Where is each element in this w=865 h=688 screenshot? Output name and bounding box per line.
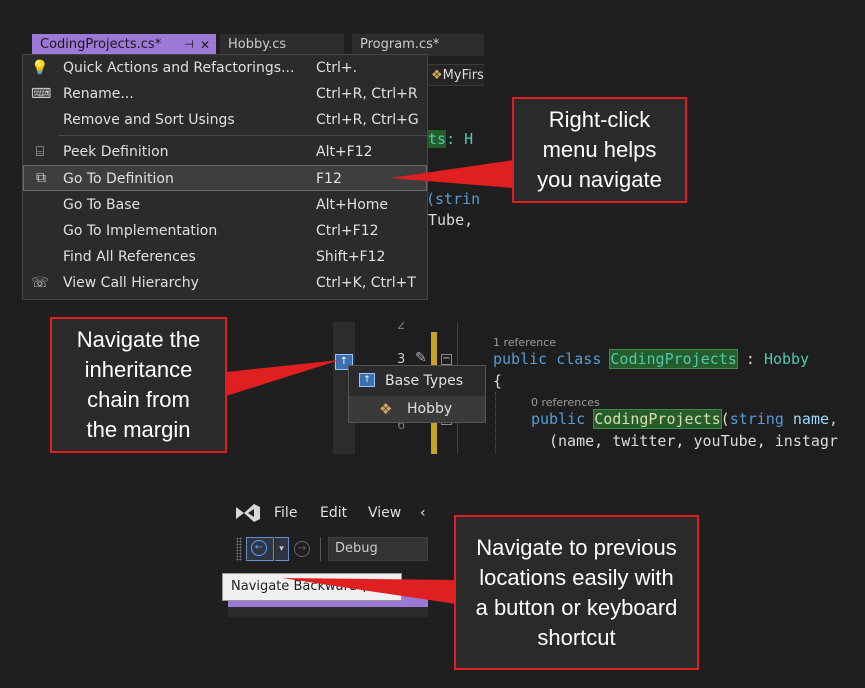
callout-right-click-menu: Right-click menu helps you navigate xyxy=(512,97,687,203)
callout-pointer-1 xyxy=(390,160,514,188)
callout-navigate-backward: Navigate to previous locations easily wi… xyxy=(454,515,699,670)
callout-inheritance-margin: Navigate the inheritance chain from the … xyxy=(50,317,227,453)
callout-pointer-2 xyxy=(226,360,340,396)
callout-pointer-3 xyxy=(282,578,456,604)
